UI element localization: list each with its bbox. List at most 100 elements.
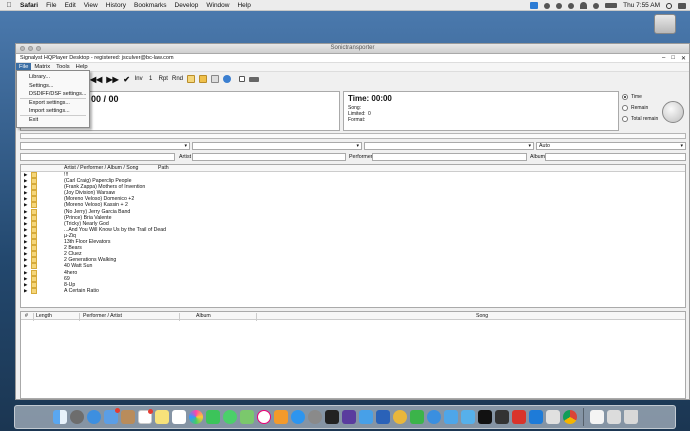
spotlight-icon[interactable] bbox=[666, 2, 672, 9]
app-icon-people-2[interactable] bbox=[443, 410, 458, 424]
refresh-icon[interactable] bbox=[223, 75, 231, 83]
menu-window[interactable]: Window bbox=[206, 2, 229, 9]
hard-drive-icon[interactable] bbox=[654, 14, 676, 34]
shaper-select[interactable]: ▾ bbox=[364, 142, 534, 150]
contacts-icon[interactable] bbox=[120, 410, 135, 424]
app-icon-dark[interactable] bbox=[494, 410, 509, 424]
previous-button[interactable]: ◀◀ bbox=[90, 75, 102, 84]
expand-arrow-icon[interactable]: ▶ bbox=[24, 202, 27, 208]
filter-select[interactable]: ▾ bbox=[20, 142, 190, 150]
seek-bar[interactable] bbox=[20, 133, 686, 139]
radio-time[interactable]: Time bbox=[622, 91, 686, 102]
invert-button[interactable]: Inv bbox=[135, 75, 143, 84]
app-icon-blue[interactable] bbox=[375, 410, 390, 424]
artist-input[interactable] bbox=[192, 153, 346, 161]
screen-share-icon[interactable] bbox=[530, 2, 539, 9]
column-header-artist[interactable]: Artist / Performer / Album / Song bbox=[64, 165, 138, 171]
column-header-song[interactable]: Song bbox=[476, 313, 488, 319]
finder-icon[interactable] bbox=[52, 410, 67, 424]
messages-icon[interactable] bbox=[222, 410, 237, 424]
window-titlebar[interactable]: Sonictransporter bbox=[16, 44, 689, 54]
photos-icon[interactable] bbox=[188, 410, 203, 424]
app-icon-purple[interactable] bbox=[341, 410, 356, 424]
tidal-icon[interactable] bbox=[477, 410, 492, 424]
column-separator[interactable] bbox=[179, 313, 180, 321]
safari-icon[interactable] bbox=[86, 410, 101, 424]
app-icon-green[interactable] bbox=[409, 410, 424, 424]
expand-arrow-icon[interactable]: ▶ bbox=[24, 172, 27, 178]
maps-icon[interactable] bbox=[239, 410, 254, 424]
facetime-icon[interactable] bbox=[205, 410, 220, 424]
menu-item-settings[interactable]: Settings... bbox=[17, 82, 89, 90]
expand-arrow-icon[interactable]: ▶ bbox=[24, 263, 27, 269]
expand-arrow-icon[interactable]: ▶ bbox=[24, 233, 27, 239]
teamviewer-icon[interactable] bbox=[528, 410, 543, 424]
notes-icon[interactable] bbox=[154, 410, 169, 424]
app-store-icon[interactable] bbox=[290, 410, 305, 424]
open-file-icon[interactable] bbox=[187, 75, 195, 83]
menu-item-dsd-settings[interactable]: DSDIFF/DSF settings... bbox=[17, 90, 89, 98]
reminders-icon[interactable] bbox=[171, 410, 186, 424]
time-machine-icon[interactable] bbox=[556, 2, 563, 9]
menu-app-name[interactable]: Safari bbox=[20, 2, 38, 9]
menu-help[interactable]: Help bbox=[237, 2, 250, 9]
column-header-number[interactable]: # bbox=[25, 313, 28, 319]
battery-icon[interactable] bbox=[605, 3, 618, 8]
app-icon-compass[interactable] bbox=[426, 410, 441, 424]
menu-item-export-settings[interactable]: Export settings... bbox=[17, 99, 89, 107]
expand-arrow-icon[interactable]: ▶ bbox=[24, 251, 27, 257]
maximize-button[interactable]: □ bbox=[671, 55, 675, 62]
stop-icon[interactable] bbox=[239, 76, 245, 82]
system-preferences-icon[interactable] bbox=[307, 410, 322, 424]
column-header-path[interactable]: Path bbox=[158, 165, 169, 171]
expand-arrow-icon[interactable]: ▶ bbox=[24, 184, 27, 190]
expand-arrow-icon[interactable]: ▶ bbox=[24, 190, 27, 196]
app-icon-people-3[interactable] bbox=[460, 410, 475, 424]
radio-dot[interactable] bbox=[622, 93, 628, 100]
app-icon-gold[interactable] bbox=[392, 410, 407, 424]
rate-select[interactable]: Auto ▾ bbox=[536, 142, 686, 150]
expand-arrow-icon[interactable]: ▶ bbox=[24, 227, 27, 233]
app-icon-red[interactable] bbox=[511, 410, 526, 424]
save-icon[interactable] bbox=[211, 75, 219, 83]
expand-arrow-icon[interactable]: ▶ bbox=[24, 215, 27, 221]
mail-icon[interactable] bbox=[103, 408, 120, 424]
column-separator[interactable] bbox=[79, 313, 80, 321]
menu-file[interactable]: File bbox=[46, 2, 56, 9]
itunes-icon[interactable] bbox=[256, 410, 271, 424]
volume-icon[interactable] bbox=[593, 2, 600, 9]
expand-arrow-icon[interactable]: ▶ bbox=[24, 270, 27, 276]
expand-arrow-icon[interactable]: ▶ bbox=[24, 221, 27, 227]
column-header-performer[interactable]: Performer / Artist bbox=[83, 313, 122, 319]
expand-arrow-icon[interactable]: ▶ bbox=[24, 257, 27, 263]
search-input[interactable] bbox=[20, 153, 175, 161]
expand-arrow-icon[interactable]: ▶ bbox=[24, 245, 27, 251]
column-header-album[interactable]: Album bbox=[196, 313, 211, 319]
expand-arrow-icon[interactable]: ▶ bbox=[24, 178, 27, 184]
menu-item-import-settings[interactable]: Import settings... bbox=[17, 107, 89, 115]
wifi-icon[interactable] bbox=[580, 2, 588, 9]
library-tree[interactable]: Artist / Performer / Album / Song Path ▶… bbox=[20, 164, 686, 308]
notification-center-icon[interactable] bbox=[678, 2, 686, 9]
expand-arrow-icon[interactable]: ▶ bbox=[24, 276, 27, 282]
column-header-length[interactable]: Length bbox=[36, 313, 52, 319]
album-input[interactable] bbox=[545, 153, 686, 161]
open-folder-icon[interactable] bbox=[199, 75, 207, 83]
speaker-icon[interactable] bbox=[545, 410, 560, 424]
expand-arrow-icon[interactable]: ▶ bbox=[24, 239, 27, 245]
menu-edit[interactable]: Edit bbox=[65, 2, 76, 9]
repeat-button[interactable]: Rpt bbox=[159, 75, 168, 84]
radio-dot[interactable] bbox=[622, 104, 628, 111]
document-icon[interactable] bbox=[589, 410, 604, 424]
transport-icon[interactable] bbox=[249, 76, 259, 82]
chrome-icon[interactable] bbox=[562, 410, 577, 424]
bluetooth-icon[interactable] bbox=[568, 2, 575, 9]
expand-arrow-icon[interactable]: ▶ bbox=[24, 209, 27, 215]
next-button[interactable]: ▶▶ bbox=[106, 75, 118, 84]
expand-arrow-icon[interactable]: ▶ bbox=[24, 282, 27, 288]
minimize-button[interactable]: – bbox=[662, 55, 665, 62]
radio-dot[interactable] bbox=[622, 115, 628, 122]
expand-arrow-icon[interactable]: ▶ bbox=[24, 288, 27, 294]
menu-bookmarks[interactable]: Bookmarks bbox=[134, 2, 167, 9]
menu-develop[interactable]: Develop bbox=[175, 2, 199, 9]
